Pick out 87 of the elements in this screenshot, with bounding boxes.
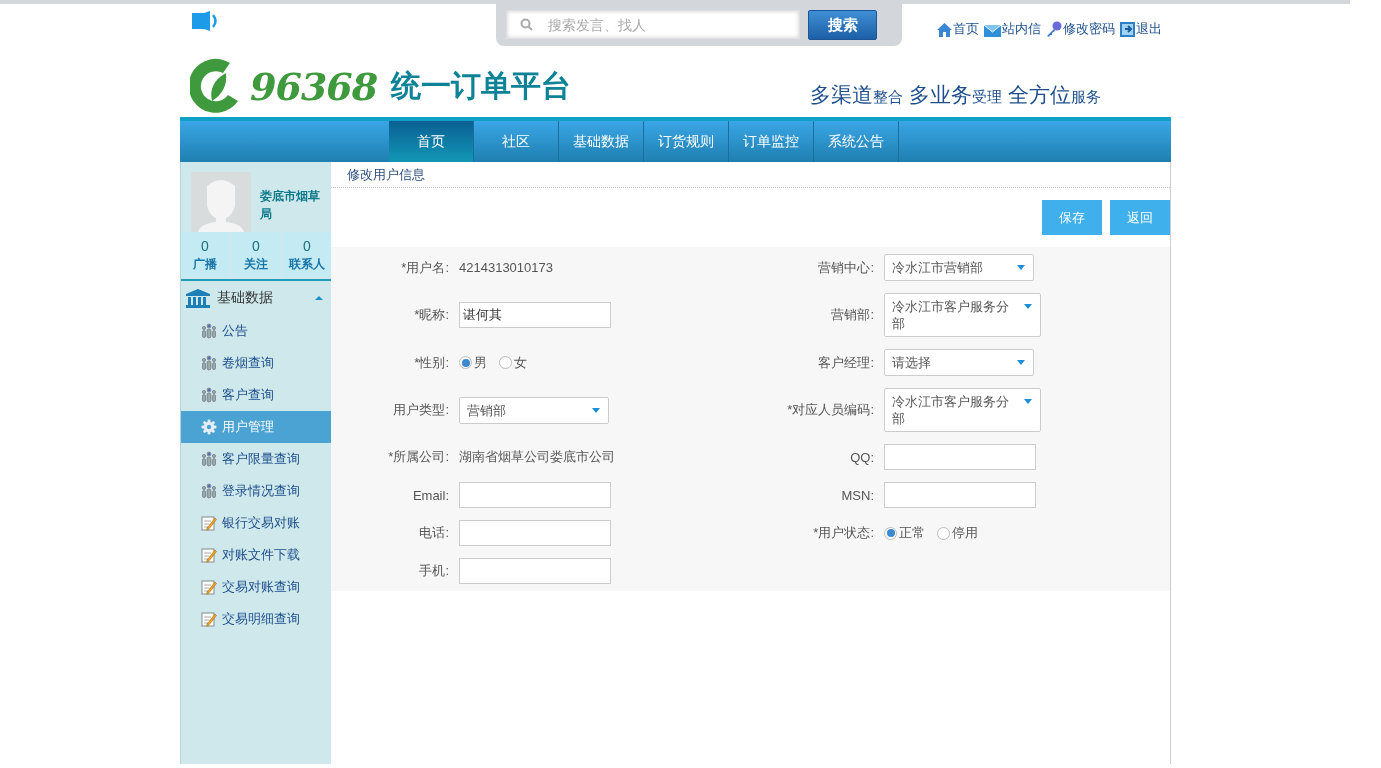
people-icon [201, 451, 217, 467]
field-label: 用户类型: [392, 401, 449, 419]
search-button[interactable]: 搜索 [808, 10, 877, 40]
input-field[interactable]: 谌何其 [459, 302, 611, 328]
field-label: *对应人员编码: [786, 401, 874, 419]
dropdown[interactable]: 冷水江市客户服务分部 [884, 293, 1041, 337]
sidebar-item[interactable]: 银行交易对账 [181, 507, 331, 539]
envelope-icon [983, 22, 1002, 38]
key-icon [1045, 21, 1063, 38]
nav-tab[interactable]: 基础数据 [559, 121, 644, 162]
field-label: *用户名: [400, 258, 449, 277]
logo-title: 统一订单平台 [391, 67, 572, 104]
notepad-icon [201, 515, 217, 531]
sidebar-item[interactable]: 公告 [181, 315, 331, 347]
logo-number: 96368 [250, 63, 378, 109]
input-field[interactable] [884, 482, 1036, 508]
stat-tile[interactable]: 0 联系人 [283, 232, 331, 277]
radio-button[interactable] [459, 356, 472, 369]
dropdown-arrow-icon [1024, 304, 1032, 309]
slogan: 多渠道整合 多业务受理 全方位服务 [810, 82, 1101, 108]
page-title: 修改用户信息 [331, 162, 1170, 188]
dropdown-arrow-icon [592, 407, 600, 413]
input-field[interactable] [459, 558, 611, 584]
dropdown[interactable]: 营销部 [459, 396, 609, 424]
field-label: 客户经理: [817, 353, 874, 372]
radio-option[interactable]: 正常 [884, 524, 925, 542]
profile-name: 娄底市烟草局 [260, 188, 321, 223]
sidebar-item[interactable]: 交易对账查询 [181, 571, 331, 603]
header-link[interactable]: 首页 [936, 20, 979, 38]
nav-tab[interactable]: 社区 [474, 121, 559, 162]
sidebar-item[interactable]: 客户查询 [181, 379, 331, 411]
people-icon [201, 355, 217, 371]
header-link[interactable]: 退出 [1119, 20, 1162, 38]
field-label: *性别: [413, 353, 449, 372]
field-label: 营销部: [830, 306, 874, 324]
stat-tile[interactable]: 0 广播 [181, 232, 229, 277]
nav-tab[interactable]: 订货规则 [644, 121, 729, 162]
people-icon [201, 323, 217, 339]
radio-button[interactable] [884, 526, 897, 540]
input-field[interactable] [459, 482, 611, 508]
field-label: *昵称: [413, 306, 449, 324]
radio-button[interactable] [499, 356, 512, 369]
notepad-icon [201, 611, 217, 627]
home-icon [936, 22, 953, 38]
field-label: 手机: [418, 562, 449, 580]
input-field[interactable] [884, 444, 1036, 470]
bank-icon [185, 288, 211, 308]
dropdown[interactable]: 冷水江市客户服务分部 [884, 388, 1041, 432]
field-label: Email: [411, 487, 449, 503]
sidebar-item[interactable]: 客户限量查询 [181, 443, 331, 475]
radio-option[interactable]: 停用 [937, 524, 978, 542]
people-icon [201, 387, 217, 403]
people-icon [201, 483, 217, 499]
input-field[interactable] [459, 520, 611, 546]
header-link[interactable]: 修改密码 [1045, 20, 1115, 38]
gear-icon [201, 419, 217, 435]
sidebar-item[interactable]: 卷烟查询 [181, 347, 331, 379]
notepad-icon [201, 579, 217, 595]
field-label: 电话: [418, 524, 449, 542]
radio-option[interactable]: 男 [459, 353, 487, 372]
stat-tile[interactable]: 0 关注 [232, 232, 280, 277]
header-link[interactable]: 站内信 [983, 20, 1041, 38]
field-value: 湖南省烟草公司娄底市公司 [459, 448, 616, 466]
exit-icon [1119, 21, 1136, 38]
radio-button[interactable] [937, 526, 950, 540]
nav-tab[interactable]: 系统公告 [814, 121, 899, 162]
field-label: 营销中心: [817, 258, 874, 277]
sidebar-item[interactable]: 登录情况查询 [181, 475, 331, 507]
search-field[interactable]: 搜索发言、找人 [506, 10, 800, 39]
field-label: MSN: [840, 487, 874, 503]
section-header[interactable]: 基础数据 [181, 281, 331, 315]
sidebar-item[interactable]: 交易明细查询 [181, 603, 331, 635]
dropdown-arrow-icon [1017, 360, 1025, 365]
field-label: *用户状态: [812, 524, 874, 542]
sidebar-item[interactable]: 对账文件下载 [181, 539, 331, 571]
radio-option[interactable]: 女 [499, 353, 527, 372]
dropdown-arrow-icon [1017, 265, 1025, 270]
field-label: *所属公司: [387, 448, 449, 466]
field-value: 4214313010173 [459, 260, 554, 275]
field-label: QQ: [849, 449, 874, 465]
dropdown-arrow-icon [1024, 399, 1032, 404]
dropdown[interactable]: 冷水江市营销部 [884, 254, 1034, 281]
avatar-silhouette-icon [191, 172, 251, 232]
notepad-icon [201, 547, 217, 563]
nav-tab[interactable]: 首页 [389, 121, 474, 162]
search-icon [520, 18, 533, 31]
dropdown[interactable]: 请选择 [884, 349, 1034, 376]
